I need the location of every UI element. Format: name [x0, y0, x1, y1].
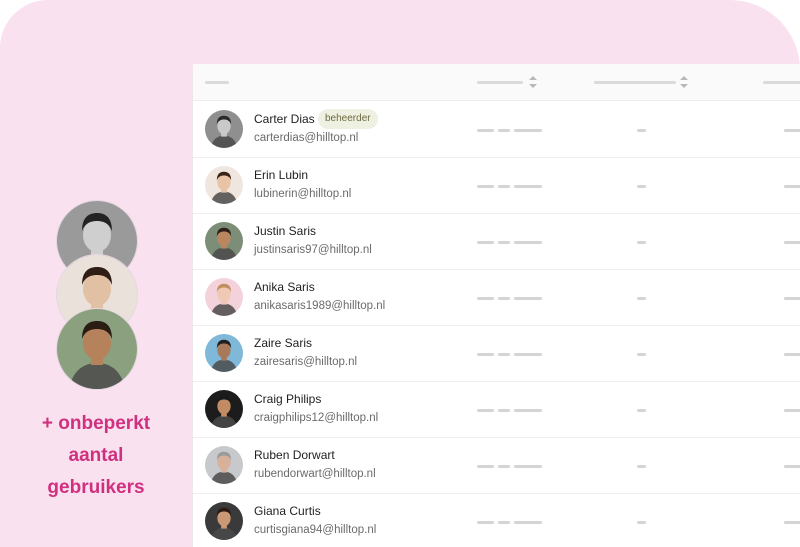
- placeholder-bar: [498, 353, 510, 356]
- placeholder-bar: [784, 409, 800, 412]
- table-row[interactable]: Ruben Dorwart rubendorwart@hilltop.nl: [193, 437, 800, 494]
- placeholder-bar: [477, 241, 494, 244]
- placeholder-bar: [637, 465, 646, 468]
- user-name: Craig Philips: [254, 392, 322, 406]
- avatar: [205, 278, 243, 316]
- user-name: Carter Dias: [254, 112, 315, 126]
- column-header-name[interactable]: [205, 81, 229, 84]
- placeholder-bar: [514, 409, 542, 412]
- placeholder-bar: [784, 465, 800, 468]
- avatar: [56, 308, 138, 390]
- placeholder-bar: [784, 241, 800, 244]
- placeholder-bar: [514, 185, 542, 188]
- placeholder-bar: [498, 409, 510, 412]
- promo-text: + onbeperkt aantal gebruikers: [20, 408, 172, 504]
- user-email: anikasaris1989@hilltop.nl: [254, 300, 386, 312]
- placeholder-bar: [784, 129, 800, 132]
- placeholder-bar: [637, 129, 646, 132]
- user-name: Giana Curtis: [254, 504, 321, 518]
- placeholder-bar: [514, 241, 542, 244]
- placeholder-bar: [784, 185, 800, 188]
- placeholder-bar: [498, 297, 510, 300]
- placeholder-bar: [477, 409, 494, 412]
- table-row[interactable]: Carter Dias beheerder carterdias@hilltop…: [193, 101, 800, 158]
- user-table: Carter Dias beheerder carterdias@hilltop…: [193, 64, 800, 547]
- placeholder-bar: [514, 521, 542, 524]
- table-row[interactable]: Anika Saris anikasaris1989@hilltop.nl: [193, 269, 800, 326]
- placeholder-bar: [637, 241, 646, 244]
- column-header-2[interactable]: [477, 81, 523, 84]
- table-header: [193, 64, 800, 101]
- placeholder-bar: [784, 297, 800, 300]
- user-name: Erin Lubin: [254, 168, 309, 182]
- table-row[interactable]: Craig Philips craigphilips12@hilltop.nl: [193, 381, 800, 438]
- sort-icon[interactable]: [529, 76, 537, 88]
- table-row[interactable]: Giana Curtis curtisgiana94@hilltop.nl: [193, 493, 800, 547]
- user-email: lubinerin@hilltop.nl: [254, 188, 352, 200]
- user-name: Zaire Saris: [254, 336, 313, 350]
- sort-icon[interactable]: [680, 76, 688, 88]
- placeholder-bar: [637, 521, 646, 524]
- user-email: rubendorwart@hilltop.nl: [254, 468, 376, 480]
- placeholder-bar: [637, 409, 646, 412]
- placeholder-bar: [498, 129, 510, 132]
- role-badge: beheerder: [318, 109, 378, 129]
- placeholder-bar: [498, 465, 510, 468]
- placeholder-bar: [498, 185, 510, 188]
- table-row[interactable]: Erin Lubin lubinerin@hilltop.nl: [193, 157, 800, 214]
- column-header-3[interactable]: [594, 81, 676, 84]
- placeholder-bar: [637, 297, 646, 300]
- promo-line: + onbeperkt: [41, 413, 151, 434]
- user-name: Anika Saris: [254, 280, 315, 294]
- placeholder-bar: [514, 465, 542, 468]
- user-email: carterdias@hilltop.nl: [254, 132, 359, 144]
- placeholder-bar: [477, 465, 494, 468]
- user-email: zairesaris@hilltop.nl: [254, 356, 358, 368]
- table-row[interactable]: Justin Saris justinsaris97@hilltop.nl: [193, 213, 800, 270]
- user-name: Ruben Dorwart: [254, 448, 335, 462]
- user-email: justinsaris97@hilltop.nl: [254, 244, 372, 256]
- placeholder-bar: [498, 241, 510, 244]
- placeholder-bar: [514, 129, 542, 132]
- placeholder-bar: [477, 129, 494, 132]
- placeholder-bar: [637, 185, 646, 188]
- promo-line: aantal: [68, 445, 124, 466]
- table-row[interactable]: Zaire Saris zairesaris@hilltop.nl: [193, 325, 800, 382]
- user-avatar-stack: [56, 200, 138, 390]
- avatar: [205, 222, 243, 260]
- column-header-4[interactable]: [763, 81, 800, 84]
- placeholder-bar: [498, 521, 510, 524]
- avatar: [205, 502, 243, 540]
- placeholder-bar: [784, 521, 800, 524]
- placeholder-bar: [477, 297, 494, 300]
- feature-card: + onbeperkt aantal gebruikers Carter Dia…: [0, 0, 800, 547]
- avatar: [205, 446, 243, 484]
- user-name: Justin Saris: [254, 224, 317, 238]
- placeholder-bar: [637, 353, 646, 356]
- avatar: [205, 390, 243, 428]
- placeholder-bar: [477, 353, 494, 356]
- placeholder-bar: [477, 521, 494, 524]
- placeholder-bar: [477, 185, 494, 188]
- placeholder-bar: [514, 353, 542, 356]
- user-email: craigphilips12@hilltop.nl: [254, 412, 379, 424]
- promo-line: gebruikers: [47, 477, 145, 498]
- placeholder-bar: [784, 353, 800, 356]
- avatar: [205, 334, 243, 372]
- avatar: [205, 166, 243, 204]
- placeholder-bar: [514, 297, 542, 300]
- user-email: curtisgiana94@hilltop.nl: [254, 524, 377, 536]
- avatar: [205, 110, 243, 148]
